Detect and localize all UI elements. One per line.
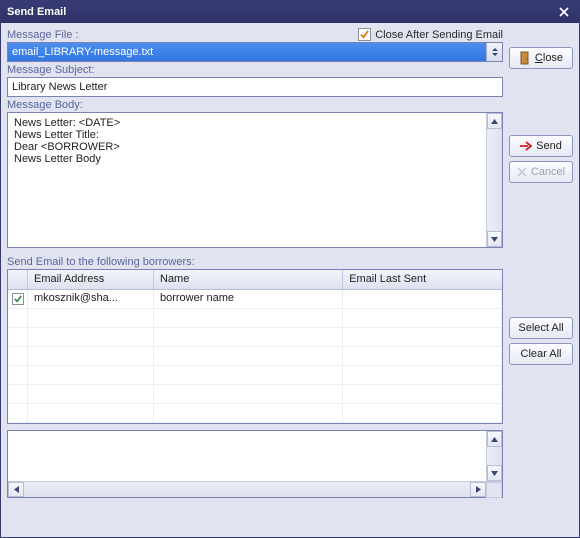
col-check-header[interactable] <box>8 270 28 289</box>
body-scrollbar[interactable] <box>486 113 502 247</box>
col-email-header[interactable]: Email Address <box>28 270 154 289</box>
send-button[interactable]: Send <box>509 135 573 157</box>
table-row <box>8 404 502 423</box>
cancel-label: Cancel <box>531 166 565 178</box>
cell-email: mkosznik@sha... <box>28 290 154 308</box>
clear-all-button[interactable]: Clear All <box>509 343 573 365</box>
cell-name <box>154 366 343 384</box>
cell-last-sent <box>343 385 502 403</box>
cell-name <box>154 404 343 422</box>
cell-email <box>28 347 154 365</box>
table-row <box>8 309 502 328</box>
body-label: Message Body: <box>7 99 503 111</box>
cell-email <box>28 366 154 384</box>
subject-label: Message Subject: <box>7 64 503 76</box>
recipients-table: Email Address Name Email Last Sent mkosz… <box>7 269 503 424</box>
cell-last-sent <box>343 404 502 422</box>
close-button[interactable]: Close <box>509 47 573 69</box>
recipients-label: Send Email to the following borrowers: <box>7 256 503 268</box>
window-title: Send Email <box>7 6 66 18</box>
message-file-label: Message File : <box>7 29 79 41</box>
select-all-button[interactable]: Select All <box>509 317 573 339</box>
scroll-up-icon[interactable] <box>487 431 502 447</box>
scroll-down-icon[interactable] <box>487 465 502 481</box>
message-body-text[interactable]: News Letter: <DATE> News Letter Title: D… <box>8 113 486 247</box>
cell-last-sent <box>343 366 502 384</box>
table-row <box>8 366 502 385</box>
send-email-window: Send Email Message File : Close After Se… <box>0 0 580 538</box>
scroll-left-icon[interactable] <box>8 482 24 497</box>
scroll-down-icon[interactable] <box>487 231 502 247</box>
close-after-checkbox[interactable] <box>358 28 371 41</box>
cell-email <box>28 385 154 403</box>
cancel-icon <box>517 167 527 177</box>
close-after-label: Close After Sending Email <box>375 29 503 41</box>
select-all-label: Select All <box>518 322 563 334</box>
table-row <box>8 385 502 404</box>
arrow-right-icon <box>520 141 532 151</box>
table-row <box>8 347 502 366</box>
cell-email <box>28 309 154 327</box>
message-file-value: email_LIBRARY-message.txt <box>8 43 486 61</box>
cancel-button: Cancel <box>509 161 573 183</box>
content-area: Message File : Close After Sending Email… <box>1 23 579 537</box>
table-header: Email Address Name Email Last Sent <box>8 270 502 290</box>
scroll-track[interactable] <box>487 129 502 231</box>
clear-all-label: Clear All <box>521 348 562 360</box>
left-column: Message File : Close After Sending Email… <box>7 27 503 531</box>
table-row <box>8 328 502 347</box>
dropdown-chevron-icon[interactable] <box>486 43 502 61</box>
close-icon[interactable] <box>555 4 573 20</box>
cell-name <box>154 385 343 403</box>
cell-last-sent <box>343 290 502 308</box>
close-after-checkbox-row[interactable]: Close After Sending Email <box>358 28 503 41</box>
log-area <box>7 430 503 498</box>
cell-name: borrower name <box>154 290 343 308</box>
scroll-right-icon[interactable] <box>470 482 486 497</box>
cell-name <box>154 328 343 346</box>
col-lastsent-header[interactable]: Email Last Sent <box>343 270 502 289</box>
cell-last-sent <box>343 309 502 327</box>
cell-last-sent <box>343 328 502 346</box>
scroll-corner <box>486 482 502 498</box>
col-name-header[interactable]: Name <box>154 270 343 289</box>
log-h-scrollbar[interactable] <box>8 481 502 497</box>
row-checkbox[interactable] <box>12 293 24 305</box>
cell-email <box>28 404 154 422</box>
cell-last-sent <box>343 347 502 365</box>
message-body-area: News Letter: <DATE> News Letter Title: D… <box>7 112 503 248</box>
right-column: Close Send Cancel Select All Clear <box>509 27 573 531</box>
message-file-dropdown[interactable]: email_LIBRARY-message.txt <box>7 42 503 62</box>
log-v-scrollbar[interactable] <box>486 431 502 481</box>
table-row[interactable]: mkosznik@sha...borrower name <box>8 290 502 309</box>
scroll-up-icon[interactable] <box>487 113 502 129</box>
log-text[interactable] <box>8 431 486 481</box>
cell-email <box>28 328 154 346</box>
cell-name <box>154 347 343 365</box>
send-label: Send <box>536 140 562 152</box>
table-body: mkosznik@sha...borrower name <box>8 290 502 423</box>
subject-input[interactable] <box>7 77 503 97</box>
titlebar: Send Email <box>1 1 579 23</box>
door-icon <box>519 51 531 65</box>
cell-name <box>154 309 343 327</box>
